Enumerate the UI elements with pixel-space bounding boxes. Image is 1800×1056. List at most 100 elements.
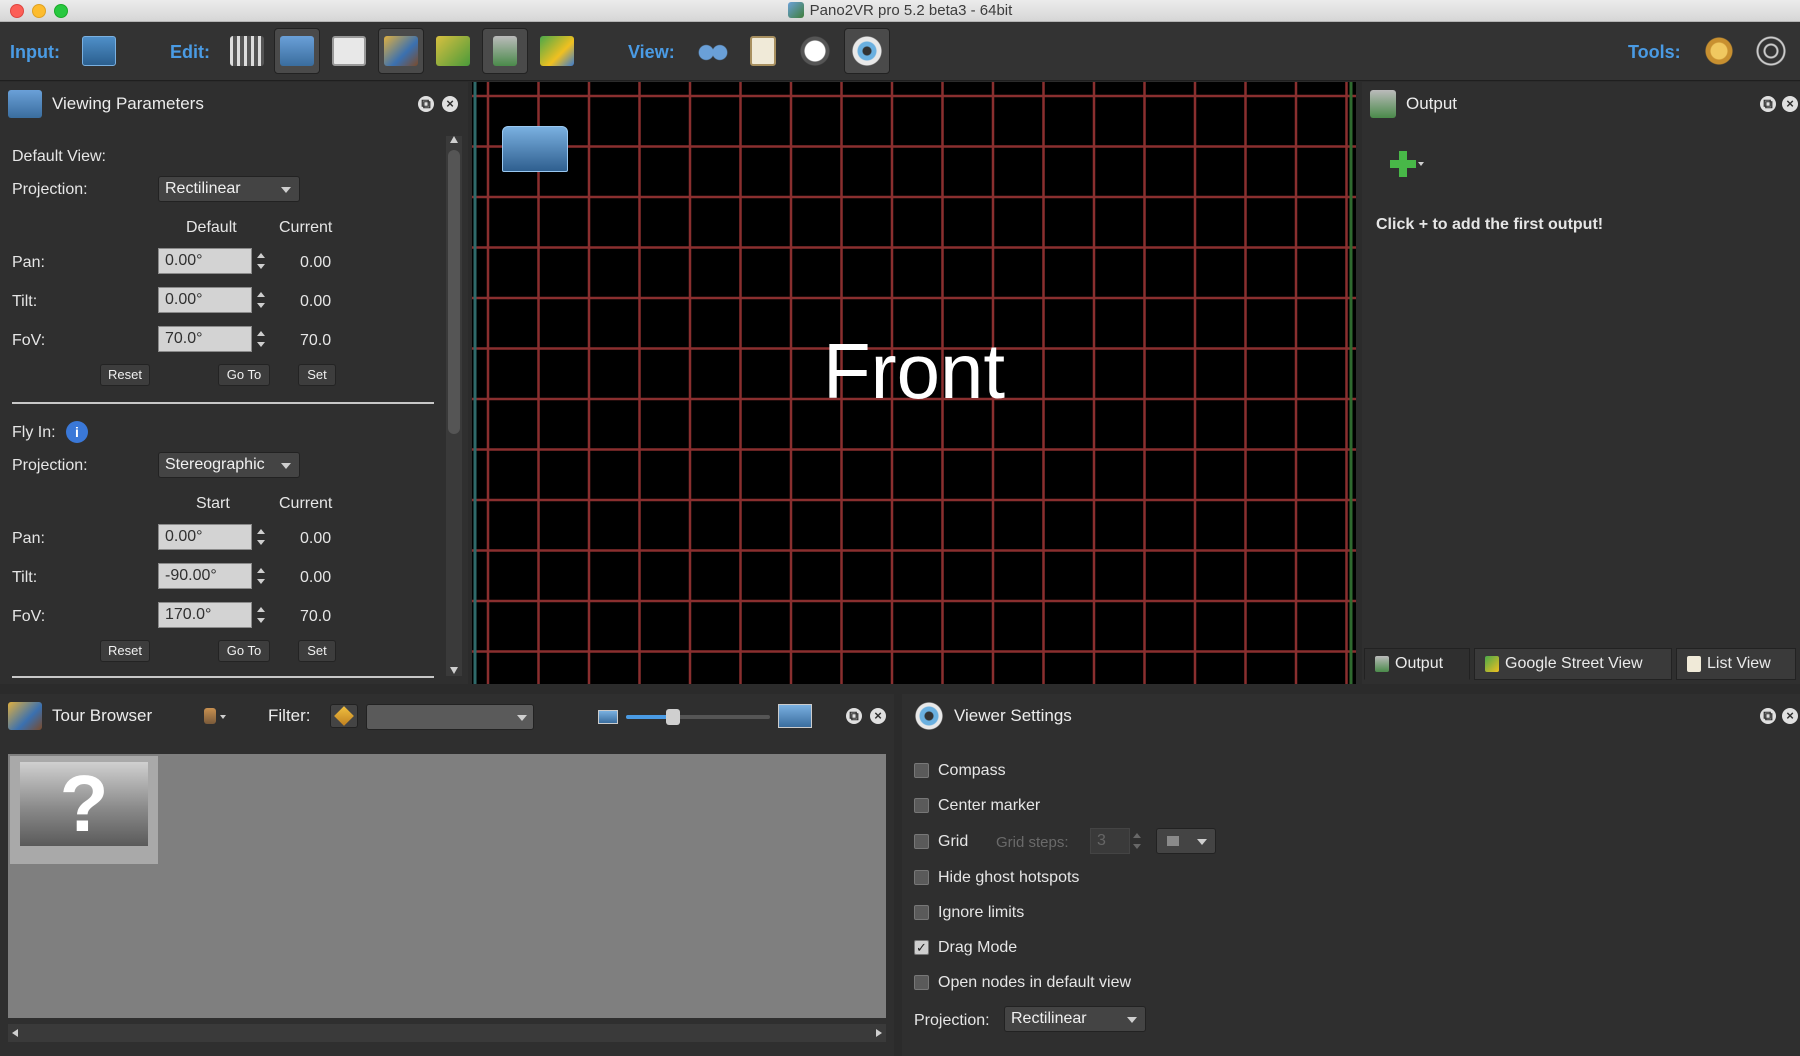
tab-google-street-view[interactable]: Google Street View (1474, 648, 1672, 680)
tour-node-list[interactable]: ? (8, 754, 886, 1018)
info-icon[interactable]: i (66, 421, 88, 443)
sort-menu-button[interactable] (204, 708, 226, 726)
fly-in-reset-button[interactable]: Reset (100, 640, 150, 662)
default-fov-stepper[interactable] (254, 326, 268, 352)
horizontal-scrollbar[interactable] (8, 1024, 886, 1042)
float-panel-icon[interactable]: ⧉ (418, 96, 434, 112)
hide-ghost-hotspots-checkbox[interactable] (914, 870, 929, 885)
default-goto-button[interactable]: Go To (218, 364, 270, 386)
scrollbar-thumb[interactable] (448, 150, 460, 434)
history-button[interactable] (792, 28, 838, 74)
viewer-settings-button[interactable] (844, 28, 890, 74)
default-pan-stepper[interactable] (254, 248, 268, 274)
import-panorama-button[interactable] (76, 28, 122, 74)
default-reset-button[interactable]: Reset (100, 364, 150, 386)
grid-checkbox[interactable] (914, 834, 929, 849)
clipboard-icon (1687, 656, 1701, 672)
viewing-parameters-button[interactable] (274, 28, 320, 74)
window-titlebar: Pano2VR pro 5.2 beta3 - 64bit (0, 0, 1800, 22)
fly-in-pan-input[interactable]: 0.00° (158, 524, 252, 550)
viewer-mode-icon[interactable] (502, 126, 568, 172)
filter-select[interactable] (366, 704, 534, 730)
center-marker-checkbox[interactable] (914, 798, 929, 813)
grid-steps-stepper[interactable] (1130, 828, 1144, 854)
fly-in-set-button[interactable]: Set (298, 640, 336, 662)
close-panel-icon[interactable]: × (442, 96, 458, 112)
slider-handle[interactable] (666, 709, 680, 725)
scroll-left-icon[interactable] (12, 1029, 18, 1037)
current-column-header: Current (279, 219, 333, 236)
float-panel-icon[interactable]: ⧉ (846, 708, 862, 724)
fly-in-heading: Fly In: (12, 424, 56, 441)
sliders-icon (230, 36, 264, 66)
fly-in-goto-button[interactable]: Go To (218, 640, 270, 662)
viewer-button[interactable] (690, 28, 736, 74)
filter-pen-button[interactable] (330, 704, 358, 728)
current-tilt-value: 0.00 (300, 293, 332, 310)
tour-map-button[interactable] (430, 28, 476, 74)
thumbnail-size-slider[interactable] (626, 709, 770, 725)
scroll-down-icon[interactable] (450, 667, 458, 674)
google-street-view-button[interactable] (534, 28, 580, 74)
fly-in-fov-input[interactable]: 170.0° (158, 602, 252, 628)
fly-in-fov-stepper[interactable] (254, 602, 268, 628)
drag-mode-checkbox[interactable]: ✓ (914, 940, 929, 955)
compass-checkbox[interactable] (914, 763, 929, 778)
default-tilt-input[interactable]: 0.00° (158, 287, 252, 313)
window-close-button[interactable] (10, 4, 24, 18)
vertical-scrollbar[interactable] (446, 136, 462, 676)
list-view-button[interactable] (740, 28, 786, 74)
viewer-settings-panel: Viewer Settings ⧉ × Compass Center marke… (902, 694, 1800, 1056)
tab-output[interactable]: Output (1364, 648, 1470, 680)
drag-mode-label: Drag Mode (938, 939, 1018, 956)
float-panel-icon[interactable]: ⧉ (1760, 96, 1776, 112)
fly-in-projection-select[interactable]: Stereographic (158, 452, 300, 478)
fly-in-current-pan-value: 0.00 (300, 530, 332, 547)
window-minimize-button[interactable] (32, 4, 46, 18)
tools-icon (1702, 36, 1736, 66)
default-fov-input[interactable]: 70.0° (158, 326, 252, 352)
viewing-parameters-header: Viewing Parameters ⧉ × (0, 82, 468, 126)
scroll-up-icon[interactable] (450, 136, 458, 143)
default-set-button[interactable]: Set (298, 364, 336, 386)
output-button[interactable] (482, 28, 528, 74)
grid-color-select[interactable] (1156, 828, 1216, 854)
chevron-down-icon (517, 715, 527, 721)
tab-list-view[interactable]: List View (1676, 648, 1796, 680)
close-panel-icon[interactable]: × (870, 708, 886, 724)
output-icon (1370, 90, 1396, 118)
clock-icon (798, 36, 832, 66)
panorama-viewport[interactable]: Front (472, 82, 1356, 684)
section-divider (12, 676, 434, 678)
output-icon (493, 36, 517, 66)
video-button[interactable] (1748, 28, 1794, 74)
node-thumbnail[interactable]: ? (10, 756, 158, 864)
eye-icon (850, 36, 884, 66)
float-panel-icon[interactable]: ⧉ (1760, 708, 1776, 724)
properties-button[interactable] (224, 28, 270, 74)
binoculars-icon (696, 36, 730, 66)
close-panel-icon[interactable]: × (1782, 708, 1798, 724)
fly-in-tilt-input[interactable]: -90.00° (158, 563, 252, 589)
fly-in-pan-stepper[interactable] (254, 524, 268, 550)
default-tilt-stepper[interactable] (254, 287, 268, 313)
add-output-button[interactable] (1390, 150, 1424, 180)
clipboard-icon (750, 36, 776, 66)
default-pan-input[interactable]: 0.00° (158, 248, 252, 274)
fly-in-tilt-stepper[interactable] (254, 563, 268, 589)
scroll-right-icon[interactable] (876, 1029, 882, 1037)
open-nodes-default-view-checkbox[interactable] (914, 975, 929, 990)
output-panel: Output ⧉ × Click + to add the first outp… (1362, 82, 1800, 684)
viewing-parameters-panel: Viewing Parameters ⧉ × Default View: Pro… (0, 82, 468, 684)
grid-steps-input[interactable]: 3 (1090, 828, 1130, 854)
current-pan-value: 0.00 (300, 254, 332, 271)
ignore-limits-checkbox[interactable] (914, 905, 929, 920)
tools-button[interactable] (1696, 28, 1742, 74)
eye-icon (912, 702, 946, 730)
default-projection-select[interactable]: Rectilinear (158, 176, 300, 202)
viewer-projection-select[interactable]: Rectilinear (1004, 1006, 1146, 1032)
user-data-button[interactable] (326, 28, 372, 74)
close-panel-icon[interactable]: × (1782, 96, 1798, 112)
tour-browser-button[interactable] (378, 28, 424, 74)
window-maximize-button[interactable] (54, 4, 68, 18)
